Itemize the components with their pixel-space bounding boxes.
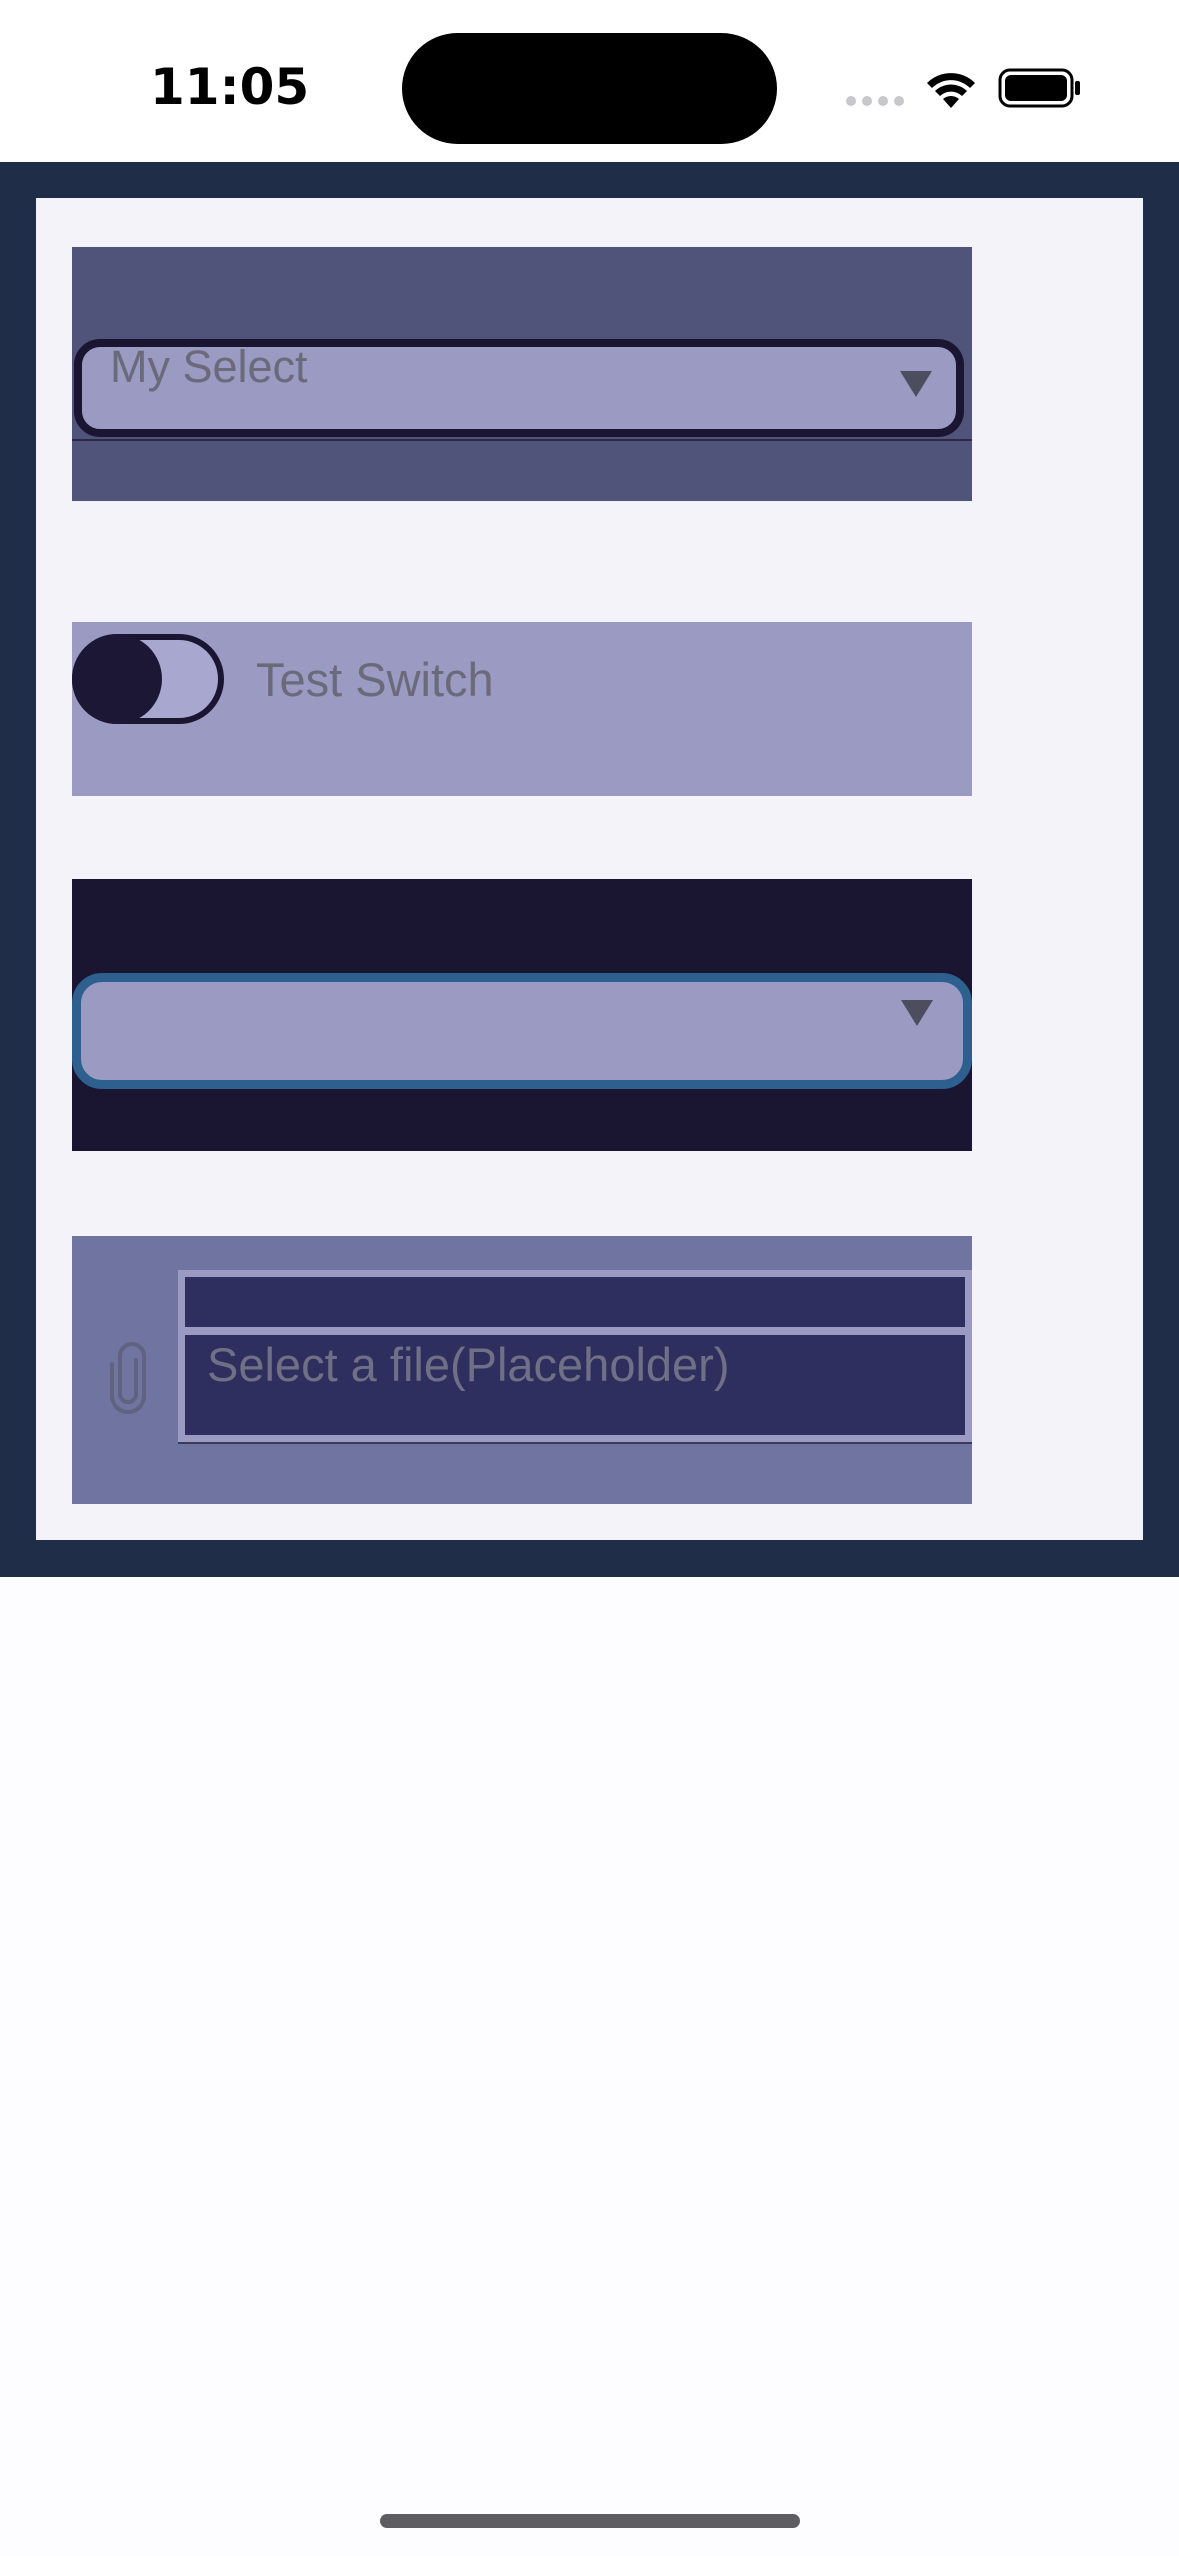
- dynamic-island: [402, 33, 777, 144]
- file-input-placeholder: Select a file(Placeholder): [207, 1338, 730, 1391]
- triangle-down-icon: [900, 371, 932, 397]
- select-underline: [72, 439, 972, 441]
- second-select-dropdown[interactable]: [72, 973, 972, 1089]
- wifi-icon: [927, 73, 975, 108]
- test-switch-label: Test Switch: [256, 653, 494, 706]
- test-switch-toggle[interactable]: [72, 634, 224, 724]
- switch-knob: [72, 634, 162, 724]
- file-input-container: Select a file(Placeholder): [72, 1236, 972, 1504]
- file-input-header: [185, 1277, 965, 1327]
- triangle-down-icon: [901, 1000, 933, 1026]
- my-select-container: My Select: [72, 247, 972, 501]
- status-time: 11:05: [150, 58, 310, 116]
- file-input-underline: [178, 1442, 972, 1444]
- home-indicator[interactable]: [380, 2514, 800, 2528]
- paperclip-icon[interactable]: [106, 1342, 150, 1414]
- my-select-dropdown[interactable]: My Select: [74, 339, 964, 437]
- status-bar: 11:05: [0, 0, 1179, 162]
- form-panel: My Select Test Switch Select a file(Plac…: [36, 198, 1143, 1540]
- app-frame: My Select Test Switch Select a file(Plac…: [0, 162, 1179, 1577]
- file-input-body: Select a file(Placeholder): [185, 1335, 965, 1435]
- file-input-field[interactable]: Select a file(Placeholder): [178, 1270, 972, 1442]
- cellular-signal-icon: [846, 96, 904, 106]
- second-select-container: [72, 879, 972, 1151]
- test-switch-container: Test Switch: [72, 622, 972, 796]
- my-select-label: My Select: [110, 341, 308, 392]
- battery-icon: [998, 68, 1080, 108]
